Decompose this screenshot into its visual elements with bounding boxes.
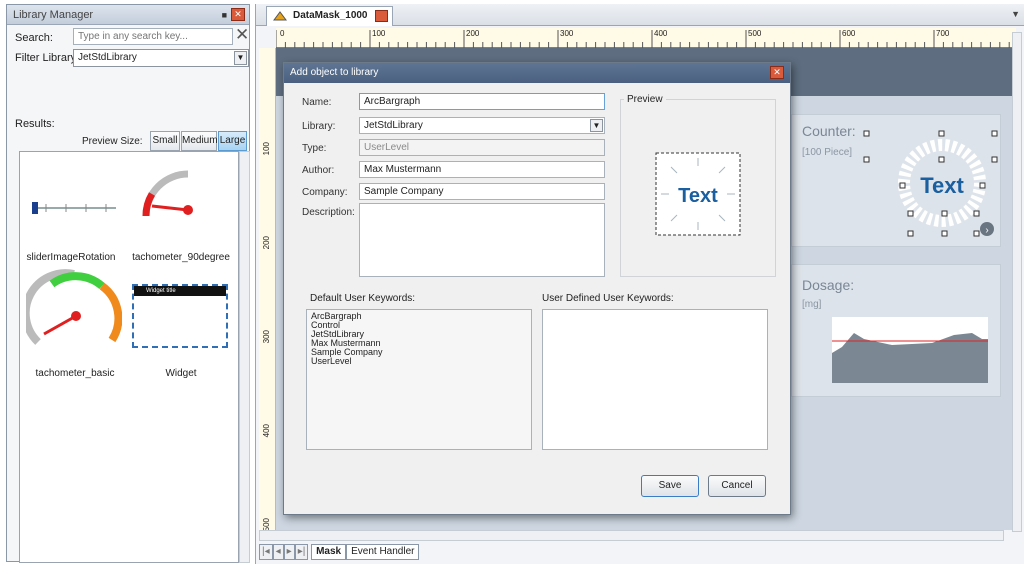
keyword-item: UserLevel <box>311 356 352 366</box>
name-input[interactable]: ArcBargraph <box>359 93 605 110</box>
cancel-button[interactable]: Cancel <box>708 475 766 497</box>
type-input: UserLevel <box>359 139 605 156</box>
preview-size-small-button[interactable]: Small <box>150 131 180 151</box>
clear-search-icon[interactable]: ✕ <box>235 26 249 44</box>
tachometer-basic-thumbnail[interactable] <box>21 264 123 358</box>
preview-group: Text <box>620 99 776 277</box>
dialog-title-bar[interactable]: Add object to library ✕ <box>284 63 790 83</box>
vertical-scrollbar[interactable] <box>1012 32 1022 532</box>
description-textarea[interactable] <box>359 203 605 277</box>
last-tab-icon[interactable]: ▸| <box>294 544 309 560</box>
widget-thumbnail[interactable]: Widget title <box>132 284 228 348</box>
default-keywords-label: Default User Keywords: <box>310 293 416 304</box>
panel-title: Library Manager <box>13 9 94 21</box>
counter-text: Text <box>920 173 964 198</box>
horizontal-scrollbar[interactable] <box>259 530 1004 541</box>
library-select[interactable]: JetStdLibrary ▼ <box>359 117 605 134</box>
filter-library-value: JetStdLibrary <box>78 52 137 63</box>
library-item-label[interactable]: sliderImageRotation <box>16 252 126 263</box>
ruler-mark: 200 <box>466 29 480 38</box>
library-manager-panel: Library Manager ■ ✕ Search: ✕ Filter Lib… <box>6 4 250 563</box>
preview-size-medium-button[interactable]: Medium <box>181 131 218 151</box>
library-item-label[interactable]: Widget <box>126 368 236 379</box>
ruler-mark: 600 <box>842 29 856 38</box>
dosage-trend-graph <box>832 317 988 383</box>
library-item-label[interactable]: tachometer_90degree <box>126 252 236 263</box>
ruler-mark: 700 <box>936 29 950 38</box>
preview-size-label: Preview Size: <box>82 136 143 147</box>
keyword-item: ArcBargraph <box>311 311 362 321</box>
tab-event-handler[interactable]: Event Handler <box>346 544 420 560</box>
author-label: Author: <box>302 165 335 176</box>
ruler-mark: 100 <box>262 142 271 156</box>
save-button[interactable]: Save <box>641 475 699 497</box>
slider-thumbnail[interactable] <box>26 154 122 248</box>
document-tab[interactable]: DataMask_1000 <box>266 6 393 26</box>
close-tab-icon[interactable] <box>374 10 388 22</box>
vertical-ruler: 100 200 300 400 500 <box>259 48 276 536</box>
arc-bargraph[interactable]: Text › <box>852 121 1002 241</box>
counter-title: Counter: <box>802 123 856 139</box>
panel-title-bar: Library Manager ■ ✕ <box>7 5 249 25</box>
ruler-mark: 300 <box>560 29 574 38</box>
document-tab-strip: DataMask_1000 ▼ <box>256 4 1024 26</box>
ruler-mark: 200 <box>262 236 271 250</box>
close-icon[interactable]: ✕ <box>770 66 784 79</box>
default-keywords-list[interactable]: ArcBargraph Control JetStdLibrary Max Mu… <box>306 309 532 450</box>
first-tab-icon[interactable]: |◂ <box>259 544 273 560</box>
description-label: Description: <box>302 207 355 218</box>
dropdown-arrow-icon[interactable]: ▼ <box>234 51 247 65</box>
results-scrollbar[interactable] <box>239 151 250 563</box>
tab-list-icon[interactable]: ▼ <box>1011 9 1020 19</box>
preview-size-large-button[interactable]: Large <box>218 131 247 151</box>
prev-tab-icon[interactable]: ◂ <box>272 544 284 560</box>
document-tab-label: DataMask_1000 <box>293 10 368 21</box>
counter-unit: [100 Piece] <box>802 147 853 158</box>
author-input[interactable]: Max Mustermann <box>359 161 605 178</box>
type-label: Type: <box>302 143 327 154</box>
tachometer-90-thumbnail[interactable] <box>132 154 228 248</box>
close-icon[interactable]: ✕ <box>231 8 245 21</box>
search-input[interactable] <box>73 28 233 45</box>
ruler-mark: 400 <box>262 424 271 438</box>
library-label: Library: <box>302 121 336 132</box>
company-label: Company: <box>302 187 348 198</box>
dosage-title: Dosage: <box>802 277 855 293</box>
counter-widget[interactable]: Counter: [100 Piece] Text › <box>791 114 1001 247</box>
widget-caption: Widget title <box>134 286 226 296</box>
mask-icon <box>273 11 287 21</box>
user-keywords-textarea[interactable] <box>542 309 768 450</box>
dosage-widget[interactable]: Dosage: [mg] <box>791 264 1001 397</box>
preview-image: Text <box>655 152 741 236</box>
bottom-tab-bar: |◂ ◂ ▸ ▸| Mask Event Handler <box>259 544 420 560</box>
name-label: Name: <box>302 97 332 108</box>
ruler-mark: 500 <box>748 29 762 38</box>
ruler-mark: 400 <box>654 29 668 38</box>
ruler-mark: 300 <box>262 330 271 344</box>
dialog-title: Add object to library <box>290 67 379 78</box>
preview-text: Text <box>678 185 718 207</box>
add-object-dialog: Add object to library ✕ Name: ArcBargrap… <box>283 62 791 515</box>
library-item-label[interactable]: tachometer_basic <box>20 368 130 379</box>
results-label: Results: <box>15 118 55 130</box>
tab-mask[interactable]: Mask <box>311 544 347 560</box>
filter-library-select[interactable]: JetStdLibrary ▼ <box>73 49 249 67</box>
pin-icon[interactable]: ■ <box>222 5 227 25</box>
ruler-mark: 0 <box>280 29 285 38</box>
filter-library-label: Filter Library: <box>15 52 80 64</box>
dosage-unit: [mg] <box>802 299 822 310</box>
ruler-mark: 100 <box>372 29 386 38</box>
company-input[interactable]: Sample Company <box>359 183 605 200</box>
svg-text:›: › <box>985 225 988 236</box>
user-keywords-label: User Defined User Keywords: <box>542 293 674 304</box>
results-list[interactable]: sliderImageRotation tachometer_90degree … <box>19 151 239 563</box>
horizontal-ruler: 0 100 200 300 400 500 600 700 <box>275 28 1016 49</box>
next-tab-icon[interactable]: ▸ <box>283 544 295 560</box>
search-label: Search: <box>15 32 53 44</box>
library-value: JetStdLibrary <box>364 120 423 131</box>
preview-label: Preview <box>624 94 666 105</box>
dropdown-arrow-icon[interactable]: ▼ <box>590 119 603 132</box>
